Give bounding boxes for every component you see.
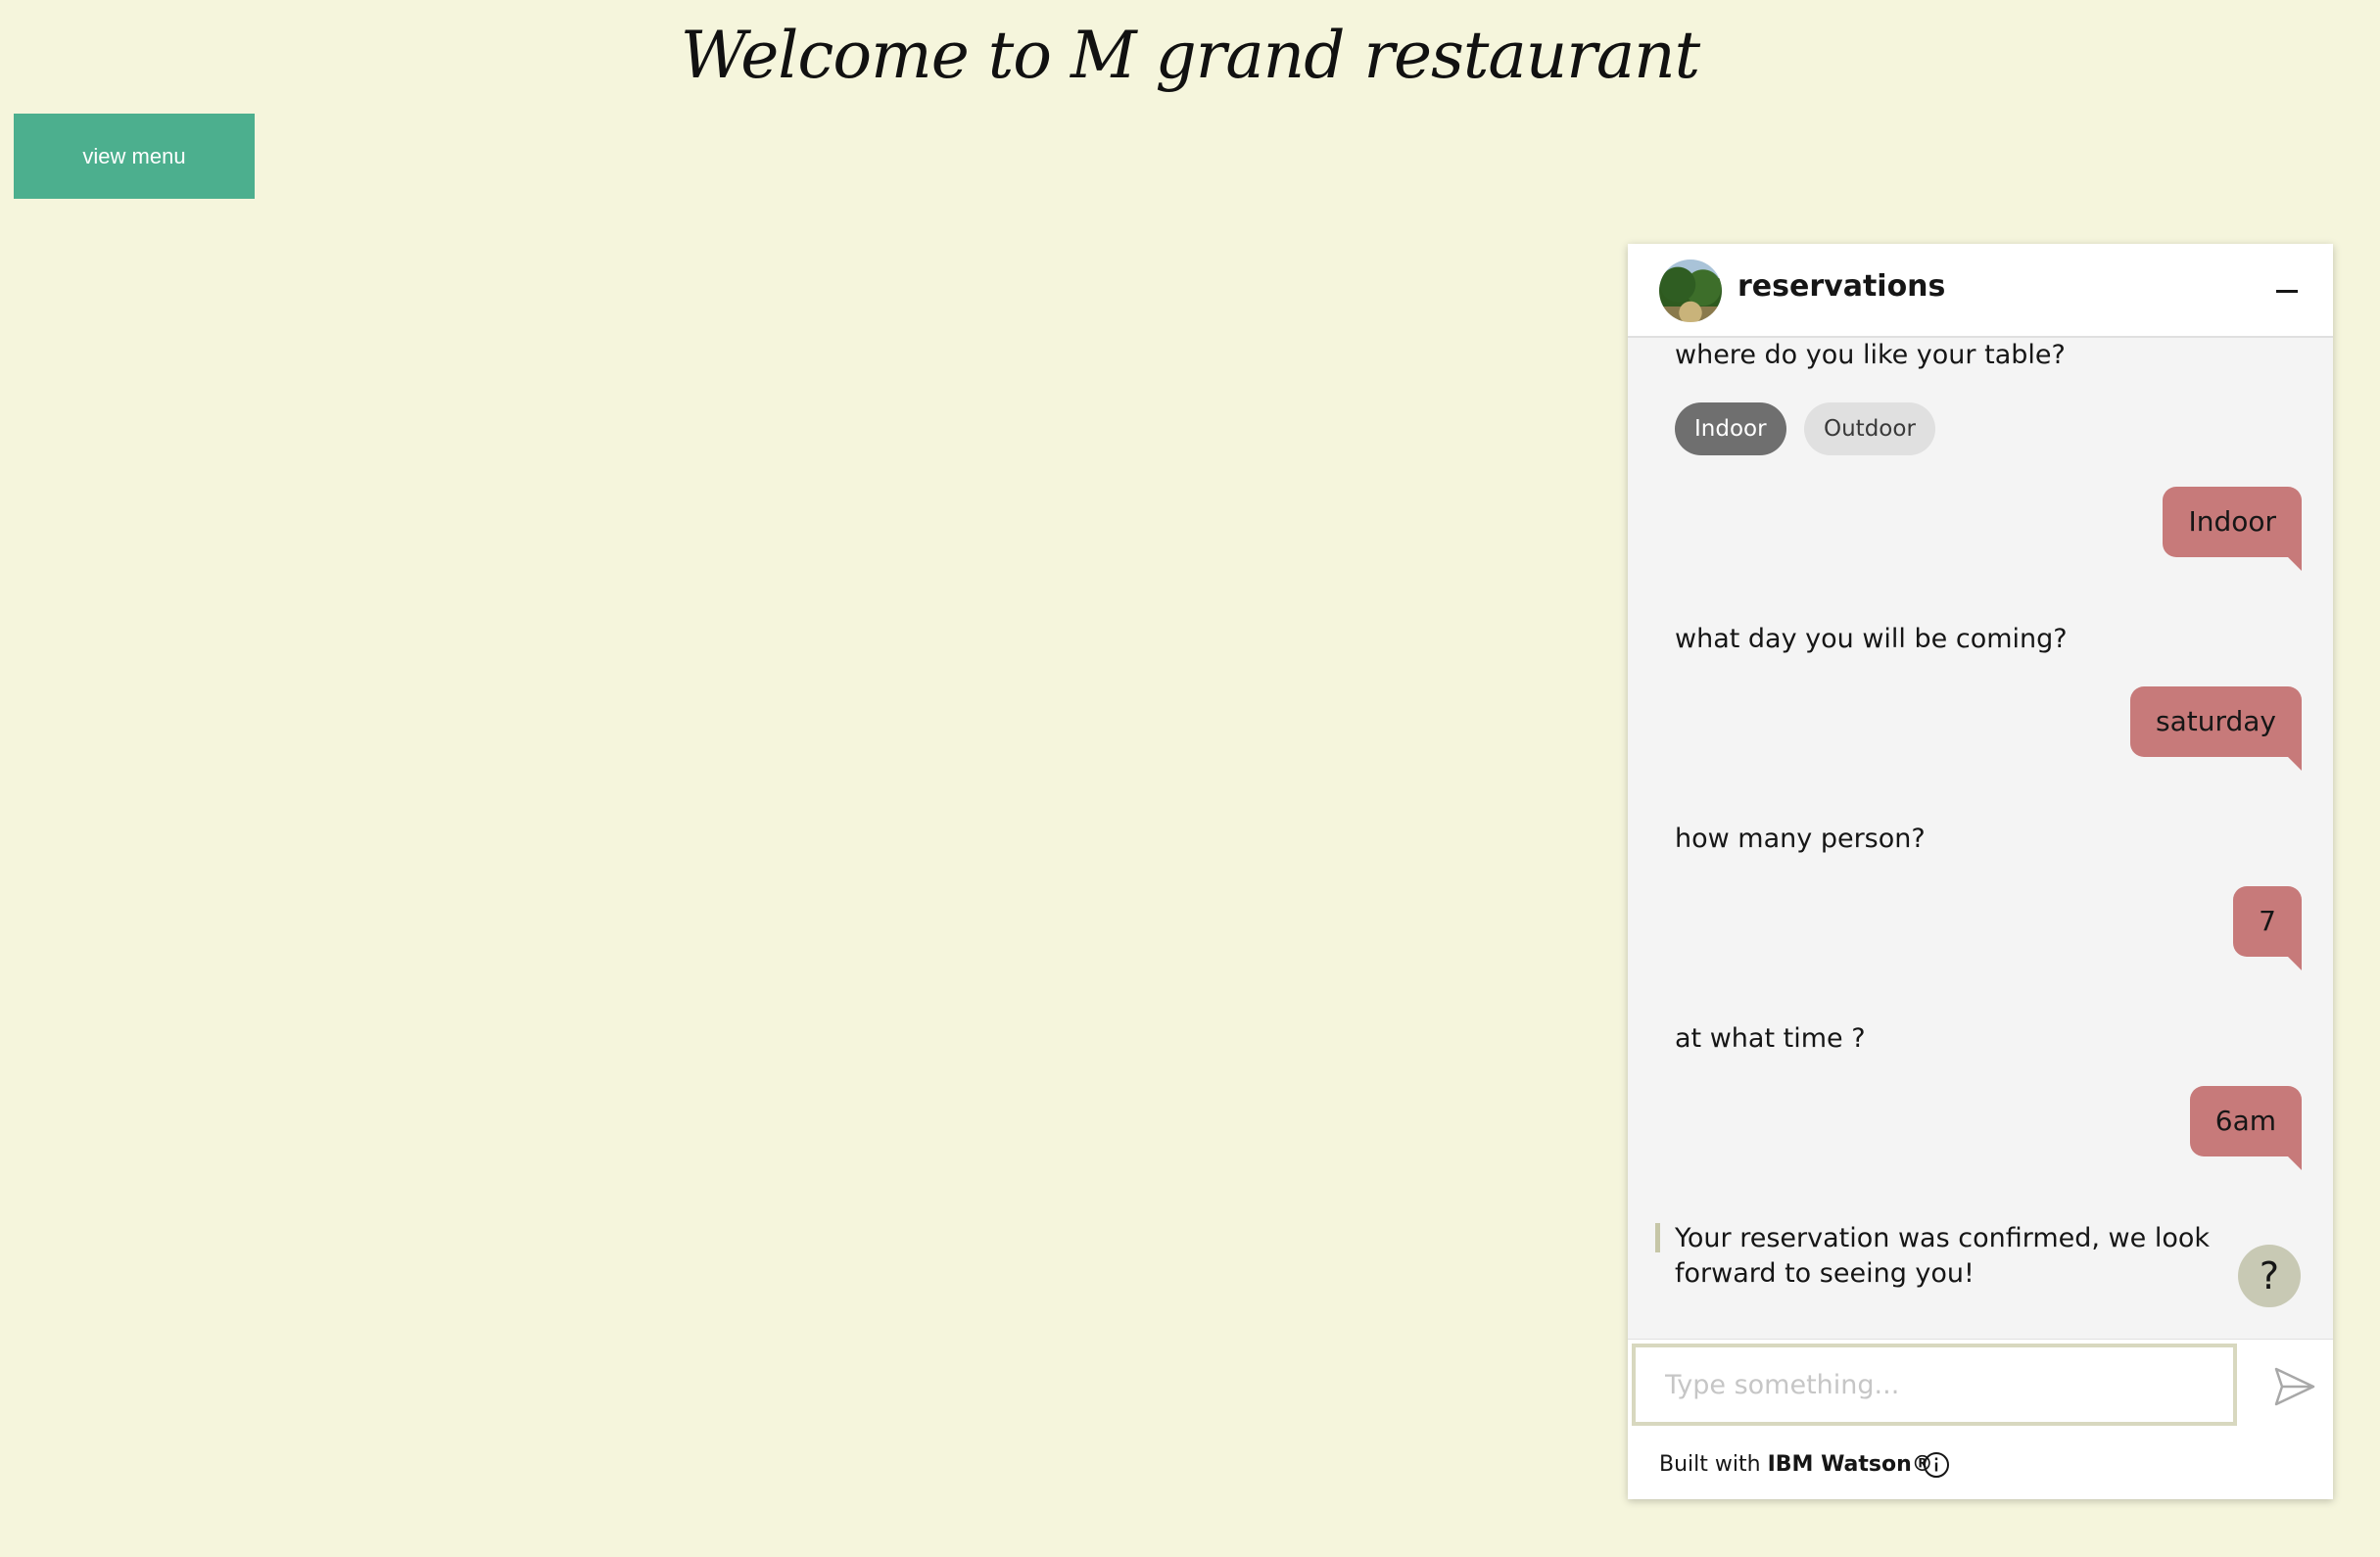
bot-message: where do you like your table? (1675, 340, 2066, 370)
chat-title: reservations (1737, 269, 1946, 304)
message-input[interactable] (1632, 1344, 2237, 1426)
confirmation-message: Your reservation was confirmed, we look … (1675, 1223, 2210, 1289)
footer-prefix: Built with (1659, 1452, 1768, 1477)
chat-footer: Built with IBM Watson® (1628, 1431, 2333, 1499)
view-menu-button[interactable]: view menu (14, 114, 255, 199)
option-outdoor-button[interactable]: Outdoor (1804, 402, 1935, 455)
minimize-icon[interactable] (2266, 271, 2306, 310)
user-message: Indoor (2163, 487, 2302, 571)
info-icon[interactable] (1922, 1450, 1951, 1480)
input-row (1628, 1339, 2333, 1433)
help-button[interactable]: ? (2238, 1245, 2301, 1307)
chat-window: reservations where do you like your tabl… (1628, 244, 2333, 1499)
user-message: 7 (2233, 886, 2302, 970)
bot-message: at what time ? (1675, 1023, 1866, 1054)
message-list: where do you like your table? Indoor Out… (1628, 338, 2333, 1499)
send-button[interactable] (2268, 1361, 2319, 1412)
user-message: saturday (2130, 686, 2302, 771)
chat-header: reservations (1628, 244, 2333, 338)
footer-text: Built with IBM Watson® (1659, 1452, 1933, 1477)
bot-message: how many person? (1675, 824, 1926, 854)
user-message: 6am (2189, 1086, 2303, 1170)
page-title: Welcome to M grand restaurant (680, 18, 1700, 93)
footer-brand: IBM Watson® (1767, 1452, 1933, 1477)
option-indoor-button[interactable]: Indoor (1675, 402, 1786, 455)
chat-avatar (1659, 260, 1722, 322)
send-icon (2274, 1367, 2315, 1406)
bot-message: what day you will be coming? (1675, 624, 2068, 654)
message-indicator-bar (1655, 1223, 1660, 1252)
